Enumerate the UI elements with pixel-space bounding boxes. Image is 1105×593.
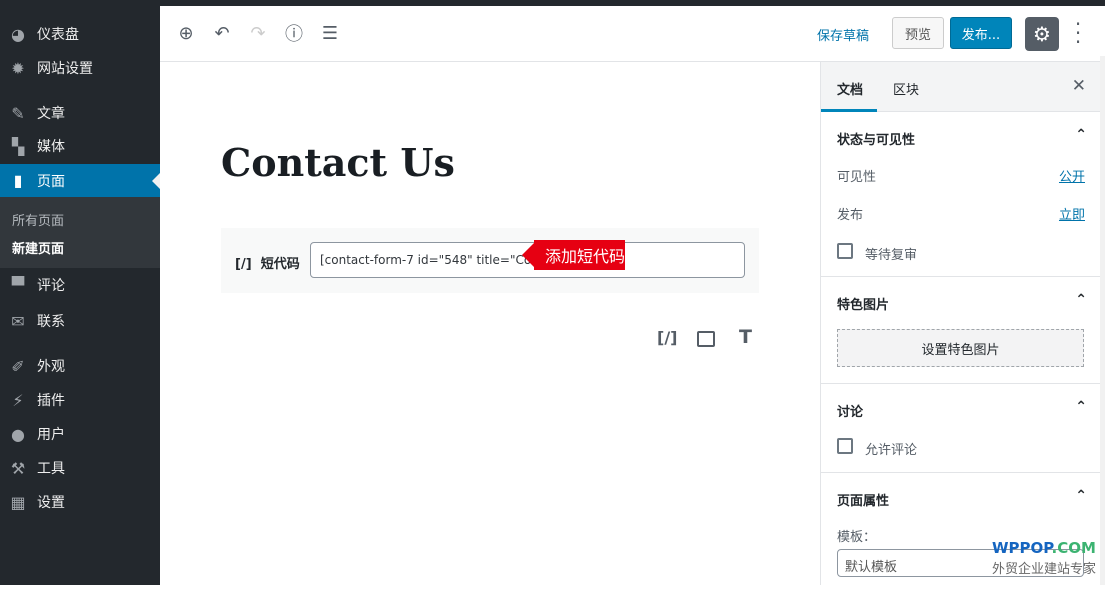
sidebar-item-dashboard[interactable]: ◕ 仪表盘 bbox=[0, 17, 160, 51]
sidebar-item-label: 工具 bbox=[37, 461, 65, 477]
sidebar-item-label: 外观 bbox=[37, 359, 65, 375]
gear-icon: ✹ bbox=[11, 58, 25, 78]
sidebar-item-contact[interactable]: ✉ 联系 bbox=[0, 304, 160, 338]
publish-button[interactable]: 发布... bbox=[950, 17, 1012, 49]
visibility-label: 可见性 bbox=[837, 170, 877, 185]
heading-icon[interactable]: T bbox=[739, 326, 752, 348]
chevron-up-icon[interactable]: ⌃ bbox=[1075, 488, 1087, 504]
undo-icon[interactable]: ↶ bbox=[211, 22, 233, 44]
sidebar-item-posts[interactable]: ✎ 文章 bbox=[0, 96, 160, 130]
sidebar-item-label: 联系 bbox=[37, 314, 65, 330]
shortcode-icon: [/] bbox=[235, 257, 252, 272]
tab-document[interactable]: 文档 bbox=[820, 79, 878, 112]
sidebar-item-label: 媒体 bbox=[37, 139, 65, 155]
info-icon[interactable]: ⓘ bbox=[283, 22, 305, 45]
sidebar-item-label: 页面 bbox=[37, 173, 65, 190]
status-section: 状态与可见性 ⌃ 可见性 公开 发布 立即 等待复审 bbox=[821, 112, 1101, 277]
add-block-icon[interactable]: ⊕ bbox=[175, 22, 197, 44]
settings-gear-icon[interactable]: ⚙ bbox=[1025, 17, 1059, 51]
image-icon[interactable] bbox=[697, 331, 715, 347]
pending-review-checkbox[interactable] bbox=[837, 243, 853, 259]
editor-toolbar: ⊕ ↶ ↷ ⓘ ☰ 保存草稿 预览 发布... ⚙ · · · bbox=[160, 6, 1105, 62]
sidebar-item-appearance[interactable]: ✐ 外观 bbox=[0, 349, 160, 383]
user-icon: ● bbox=[11, 424, 25, 444]
sidebar-item-site-settings[interactable]: ✹ 网站设置 bbox=[0, 51, 160, 85]
discussion-section: 讨论 ⌃ 允许评论 bbox=[821, 384, 1101, 473]
publish-link[interactable]: 立即 bbox=[1059, 204, 1085, 223]
settings-icon: ▦ bbox=[10, 492, 26, 512]
submenu-new-page[interactable]: 新建页面 bbox=[12, 238, 64, 257]
discussion-heading[interactable]: 讨论 bbox=[837, 401, 863, 420]
media-icon: ▚ bbox=[11, 136, 25, 156]
sidebar-item-media[interactable]: ▚ 媒体 bbox=[0, 129, 160, 163]
page-icon: ▮ bbox=[13, 171, 23, 190]
allow-comments-checkbox[interactable] bbox=[837, 438, 853, 454]
sidebar-item-tools[interactable]: ⚒ 工具 bbox=[0, 451, 160, 485]
close-icon[interactable]: ✕ bbox=[1072, 76, 1086, 96]
sidebar-item-users[interactable]: ● 用户 bbox=[0, 417, 160, 451]
shortcode-block[interactable]: [/] 短代码 [contact-form-7 id="548" title="… bbox=[221, 228, 759, 293]
redo-icon[interactable]: ↷ bbox=[247, 22, 269, 44]
template-label: 模板： bbox=[837, 530, 877, 545]
brush-icon: ✐ bbox=[11, 356, 25, 376]
watermark-tagline: 外贸企业建站专家 bbox=[992, 562, 1097, 577]
sidebar-item-label: 评论 bbox=[37, 278, 65, 294]
save-draft-button[interactable]: 保存草稿 bbox=[817, 25, 869, 44]
block-editor: ⊕ ↶ ↷ ⓘ ☰ 保存草稿 预览 发布... ⚙ · · · Contact Us… bbox=[160, 6, 1105, 585]
sidebar-item-label: 文章 bbox=[37, 106, 65, 122]
settings-panel: 文档 区块 ✕ 状态与可见性 ⌃ 可见性 公开 发布 立即 等待复审 特色图片 … bbox=[820, 62, 1101, 585]
sidebar-item-label: 用户 bbox=[37, 427, 65, 443]
tab-block[interactable]: 区块 bbox=[893, 79, 919, 98]
pages-submenu: 所有页面 新建页面 bbox=[0, 197, 160, 268]
sidebar-item-label: 设置 bbox=[37, 495, 65, 511]
featured-heading[interactable]: 特色图片 bbox=[837, 294, 889, 313]
comment-icon: ▀ bbox=[11, 275, 25, 295]
plugin-icon: ⚡ bbox=[12, 390, 24, 410]
chevron-up-icon[interactable]: ⌃ bbox=[1075, 399, 1087, 415]
submenu-all-pages[interactable]: 所有页面 bbox=[12, 210, 64, 229]
attributes-heading[interactable]: 页面属性 bbox=[837, 490, 889, 509]
chevron-up-icon[interactable]: ⌃ bbox=[1075, 292, 1087, 308]
mail-icon: ✉ bbox=[11, 311, 25, 331]
visibility-link[interactable]: 公开 bbox=[1059, 166, 1085, 185]
status-heading[interactable]: 状态与可见性 bbox=[837, 129, 915, 148]
sidebar-item-plugins[interactable]: ⚡ 插件 bbox=[0, 383, 160, 417]
set-featured-image-button[interactable]: 设置特色图片 bbox=[837, 329, 1084, 367]
sidebar-item-comments[interactable]: ▀ 评论 bbox=[0, 268, 160, 302]
outline-icon[interactable]: ☰ bbox=[319, 22, 341, 44]
sidebar-item-label: 插件 bbox=[37, 393, 65, 409]
sidebar-item-pages[interactable]: ▮ 页面 bbox=[0, 164, 160, 197]
featured-image-section: 特色图片 ⌃ 设置特色图片 bbox=[821, 277, 1101, 384]
panel-scrollbar[interactable] bbox=[1100, 56, 1105, 585]
dashboard-icon: ◕ bbox=[11, 24, 25, 44]
watermark-logo: WPPOP.COM bbox=[992, 539, 1096, 557]
page-title[interactable]: Contact Us bbox=[221, 140, 455, 185]
chevron-up-icon[interactable]: ⌃ bbox=[1075, 127, 1087, 143]
admin-sidebar: ◕ 仪表盘 ✹ 网站设置 ✎ 文章 ▚ 媒体 ▮ 页面 所有页面 新建页面 ▀ 评论 ✉ 联系… bbox=[0, 0, 160, 585]
more-options-icon[interactable]: · · · bbox=[1070, 14, 1086, 52]
shortcode-inserter-icon[interactable]: [/] bbox=[657, 328, 677, 347]
pin-icon: ✎ bbox=[11, 103, 25, 123]
allow-comments-label: 允许评论 bbox=[865, 443, 918, 458]
wrench-icon: ⚒ bbox=[10, 458, 26, 478]
preview-button[interactable]: 预览 bbox=[892, 17, 944, 49]
shortcode-label: [/] 短代码 bbox=[235, 257, 300, 272]
sidebar-item-label: 仪表盘 bbox=[37, 27, 79, 43]
annotation-callout: 添加短代码 bbox=[522, 240, 625, 270]
sidebar-item-label: 网站设置 bbox=[37, 61, 93, 77]
publish-label: 发布 bbox=[837, 208, 864, 223]
sidebar-item-settings[interactable]: ▦ 设置 bbox=[0, 485, 160, 519]
pending-review-label: 等待复审 bbox=[865, 248, 918, 263]
